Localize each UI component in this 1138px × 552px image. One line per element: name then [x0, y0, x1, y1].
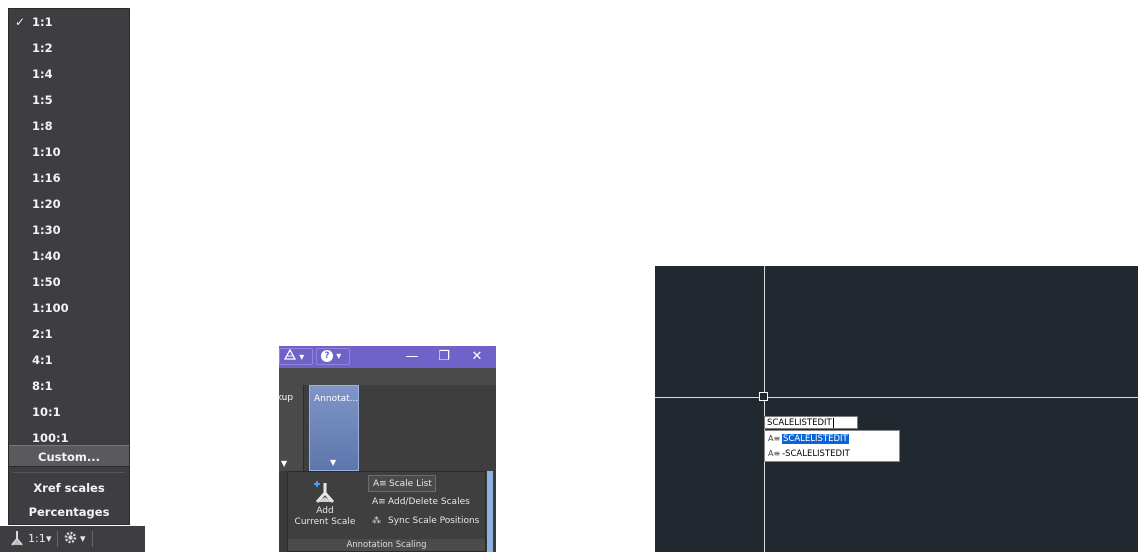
chevron-down-icon[interactable]: ▾ — [80, 531, 86, 547]
scale-item-8-1[interactable]: 8:1 — [9, 375, 129, 397]
add-current-scale-line1: Add — [316, 506, 334, 516]
pickbox-cursor — [759, 392, 768, 401]
scale-item-label: 1:50 — [32, 275, 61, 289]
tab-label: Annotat... — [314, 394, 359, 404]
autocomplete-item-label: -SCALELISTEDIT — [782, 449, 850, 459]
percentages-label: Percentages — [28, 505, 110, 519]
close-button[interactable]: ✕ — [463, 346, 491, 368]
custom-scale-item[interactable]: Custom... — [9, 445, 129, 467]
scale-item-1-40[interactable]: 1:40 — [9, 245, 129, 267]
scale-list-label: Scale List — [389, 479, 432, 489]
scale-item-label: 1:100 — [32, 301, 69, 315]
autocomplete-item-label: SCALELISTEDIT — [782, 434, 849, 444]
sync-scale-label: Sync Scale Positions — [388, 516, 480, 526]
scale-item-label: 1:8 — [32, 119, 53, 133]
scale-item-label: 1:4 — [32, 67, 53, 81]
custom-scale-label: Custom... — [38, 450, 100, 464]
menu-separator — [13, 472, 125, 473]
text-caret — [832, 417, 834, 428]
minimize-button[interactable]: — — [398, 346, 426, 368]
scale-item-1-10[interactable]: 1:10 — [9, 141, 129, 163]
add-current-scale-line2: Current Scale — [294, 517, 356, 527]
scale-item-1-100[interactable]: 1:100 — [9, 297, 129, 319]
autocomplete-list: A≡ SCALELISTEDIT A≡ -SCALELISTEDIT — [764, 430, 900, 462]
scale-item-label: 1:1 — [32, 15, 53, 29]
tab-annotation[interactable]: Annotat... ▼ — [309, 385, 359, 471]
dynamic-command-input[interactable]: SCALELISTEDIT — [764, 416, 858, 429]
chevron-down-icon[interactable]: ▾ — [46, 531, 52, 547]
status-bar: 1:1 ▾ ▾ — [0, 526, 145, 552]
annotation-scale-menu: ✓ 1:1 1:2 1:4 1:5 1:8 1:10 1:16 1:20 1:3… — [8, 8, 130, 525]
restore-button[interactable]: ❐ — [430, 346, 458, 368]
chevron-down-icon: ▾ — [299, 352, 305, 363]
scale-item-label: 4:1 — [32, 353, 53, 367]
help-button[interactable]: ? ▾ — [316, 348, 350, 365]
add-delete-scales-icon: A≡ — [372, 497, 386, 507]
panel-title: Annotation Scaling — [288, 539, 485, 551]
scale-item-label: 1:5 — [32, 93, 53, 107]
scale-item-4-1[interactable]: 4:1 — [9, 349, 129, 371]
crosshair-vertical — [764, 266, 765, 552]
tab-markup[interactable]: rkup ▼ — [279, 385, 304, 471]
scale-item-1-30[interactable]: 1:30 — [9, 219, 129, 241]
crosshair-horizontal — [655, 397, 1138, 398]
chevron-down-icon: ▼ — [330, 458, 337, 467]
command-icon: A≡ — [768, 449, 781, 458]
scale-item-10-1[interactable]: 10:1 — [9, 401, 129, 423]
panel-edge — [487, 471, 493, 552]
scale-item-1-4[interactable]: 1:4 — [9, 63, 129, 85]
scale-item-label: 2:1 — [32, 327, 53, 341]
add-current-scale-button[interactable]: Add Current Scale — [288, 506, 362, 528]
scale-item-1-5[interactable]: 1:5 — [9, 89, 129, 111]
percentages-item[interactable]: Percentages — [9, 501, 129, 523]
command-icon: A≡ — [768, 434, 781, 443]
command-text: SCALELISTEDIT — [767, 418, 832, 428]
status-separator — [57, 531, 58, 547]
status-separator — [92, 531, 93, 547]
scale-item-1-2[interactable]: 1:2 — [9, 37, 129, 59]
chevron-down-icon: ▾ — [336, 351, 342, 362]
scale-item-label: 1:30 — [32, 223, 61, 237]
scale-item-label: 8:1 — [32, 379, 53, 393]
scale-item-1-16[interactable]: 1:16 — [9, 167, 129, 189]
ribbon-panel-area: rkup ▼ Annotat... ▼ — [279, 385, 496, 471]
autocomplete-item[interactable]: A≡ -SCALELISTEDIT — [765, 447, 899, 461]
xref-scales-label: Xref scales — [33, 481, 105, 495]
annotation-scaling-panel: Add Current Scale A≡ Scale List A≡ Add/D… — [287, 471, 486, 552]
scale-item-1-20[interactable]: 1:20 — [9, 193, 129, 215]
scale-item-label: 1:16 — [32, 171, 61, 185]
chevron-down-icon: ▼ — [281, 459, 288, 468]
annotation-scale-value[interactable]: 1:1 — [28, 531, 46, 547]
share-button[interactable]: ▾ — [279, 348, 313, 365]
annotation-scale-icon[interactable] — [10, 530, 24, 551]
gear-icon[interactable] — [64, 531, 77, 549]
scale-item-label: 10:1 — [32, 405, 61, 419]
tab-label: rkup — [279, 393, 294, 403]
xref-scales-item[interactable]: Xref scales — [9, 477, 129, 499]
ribbon-window: ▾ ? ▾ — ❐ ✕ rkup ▼ Annotat... ▼ Add — [279, 346, 496, 552]
scale-item-label: 1:40 — [32, 249, 61, 263]
scale-item-2-1[interactable]: 2:1 — [9, 323, 129, 345]
scale-list-button[interactable]: A≡ Scale List — [368, 475, 436, 492]
ribbon-tab-row — [279, 368, 496, 386]
triangle-icon — [283, 348, 299, 363]
help-icon: ? — [321, 350, 333, 362]
scale-item-1-1[interactable]: ✓ 1:1 — [9, 11, 129, 33]
scale-item-label: 100:1 — [32, 431, 69, 445]
autocomplete-item[interactable]: A≡ SCALELISTEDIT — [765, 432, 899, 446]
title-bar: ▾ ? ▾ — ❐ ✕ — [279, 346, 496, 368]
scale-item-label: 1:2 — [32, 41, 53, 55]
drawing-canvas[interactable]: SCALELISTEDIT A≡ SCALELISTEDIT A≡ -SCALE… — [655, 266, 1138, 552]
add-delete-scales-label: Add/Delete Scales — [388, 497, 470, 507]
scale-item-label: 1:20 — [32, 197, 61, 211]
add-delete-scales-button[interactable]: A≡ Add/Delete Scales — [368, 494, 473, 511]
scale-item-1-50[interactable]: 1:50 — [9, 271, 129, 293]
check-icon: ✓ — [15, 15, 26, 29]
scale-list-icon: A≡ — [373, 479, 387, 489]
sync-scale-icon: ⁂ — [372, 516, 381, 526]
sync-scale-positions-button[interactable]: ⁂ Sync Scale Positions — [368, 513, 482, 530]
add-current-scale-icon[interactable] — [313, 479, 337, 505]
scale-item-1-8[interactable]: 1:8 — [9, 115, 129, 137]
scale-item-label: 1:10 — [32, 145, 61, 159]
